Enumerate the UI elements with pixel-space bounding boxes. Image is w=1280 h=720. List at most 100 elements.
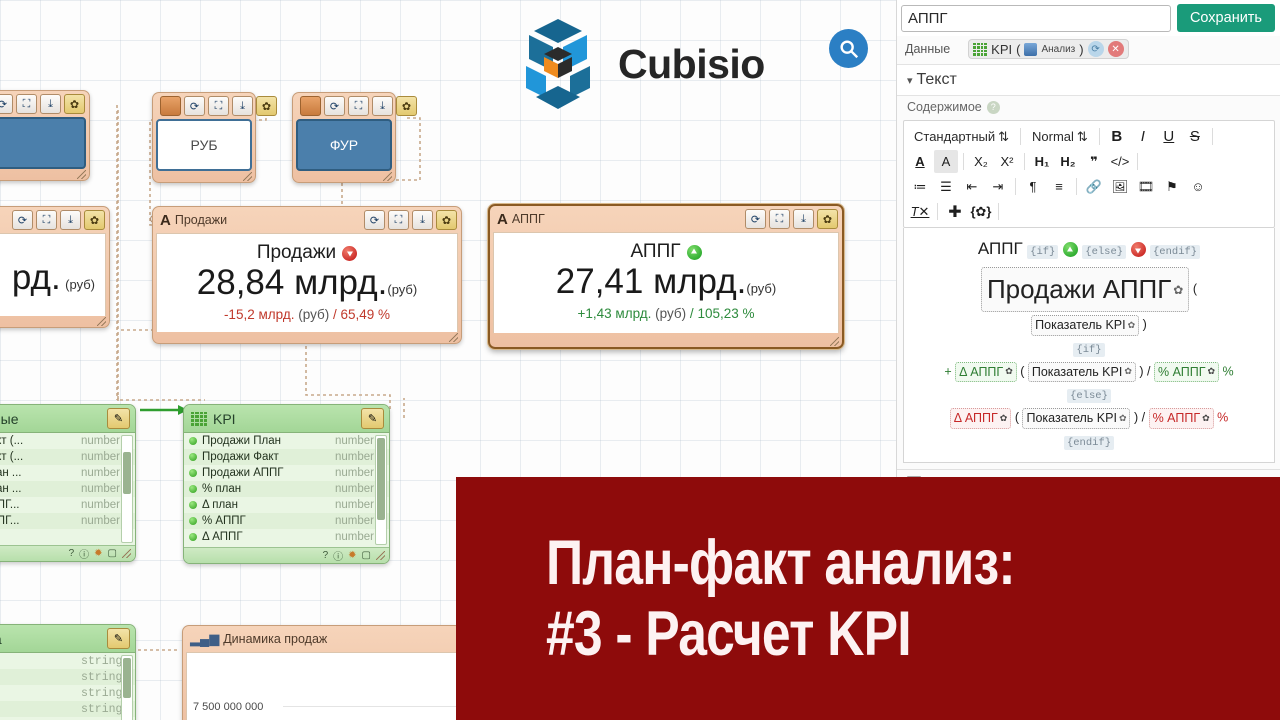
resize-grip[interactable] xyxy=(77,170,86,179)
text-color-icon[interactable]: A xyxy=(908,150,932,173)
info-icon[interactable]: ⓘ xyxy=(79,546,89,561)
refresh-icon[interactable]: ⟳ xyxy=(364,210,385,230)
kw-endif[interactable]: {endif} xyxy=(1063,435,1115,450)
outdent-icon[interactable]: ⇤ xyxy=(960,175,984,198)
download-icon[interactable]: ⤓ xyxy=(793,209,814,229)
refresh-icon[interactable]: ⟳ xyxy=(745,209,766,229)
resize-grip[interactable] xyxy=(243,172,252,181)
scrollbar[interactable] xyxy=(375,435,387,545)
h2-icon[interactable]: H₂ xyxy=(1056,150,1080,173)
expand-icon[interactable]: ⛶ xyxy=(208,96,229,116)
trend-up-icon[interactable] xyxy=(1062,242,1078,258)
section-text-header[interactable]: ▾ Текст xyxy=(897,65,1280,96)
refresh-icon[interactable]: ⟳ xyxy=(184,96,205,116)
align-icon[interactable]: ≡ xyxy=(1047,175,1071,198)
gear-icon[interactable]: ✿ xyxy=(436,210,457,230)
source-icon[interactable] xyxy=(300,96,321,116)
bug-icon[interactable]: ✹ xyxy=(348,550,356,561)
help-icon[interactable]: ? xyxy=(323,550,329,561)
underline-icon[interactable]: U xyxy=(1157,125,1181,148)
field-list-dinamika[interactable]: цstring string string рокаstring xyxy=(0,653,135,720)
strikethrough-icon[interactable]: S xyxy=(1183,125,1207,148)
node-table-dinamika[interactable]: мика ✎ цstring string string рокаstring xyxy=(0,624,136,720)
gear-icon[interactable]: ✿ xyxy=(817,209,838,229)
expand-icon[interactable]: ⛶ xyxy=(36,210,57,230)
data-source-chip[interactable]: KPI ( Анализ ) ⟳ ✕ xyxy=(968,39,1129,59)
edit-icon[interactable]: ✎ xyxy=(361,408,384,429)
indent-icon[interactable]: ⇥ xyxy=(986,175,1010,198)
bug-icon[interactable]: ✹ xyxy=(94,548,102,559)
font-size-select[interactable]: Normal ⇅ xyxy=(1026,129,1094,145)
flag-icon[interactable]: ⚑ xyxy=(1160,175,1184,198)
formula-editor[interactable]: АППГ {if} {else} {endif} Продажи АППГ ✿ (… xyxy=(903,228,1275,463)
clear-format-icon[interactable]: T✕ xyxy=(908,200,932,223)
scrollbar[interactable] xyxy=(121,435,133,543)
rtl-icon[interactable]: ¶ xyxy=(1021,175,1045,198)
field-list-kpi[interactable]: Продажи План number Продажи Факт number Пр… xyxy=(184,433,389,547)
refresh-icon[interactable]: ⟳ xyxy=(324,96,345,116)
gear-icon[interactable]: ✿ xyxy=(84,210,105,230)
expand-icon[interactable]: ⛶ xyxy=(16,94,37,114)
token-delta-appg[interactable]: Δ АППГ ✿ xyxy=(955,361,1017,383)
expand-icon[interactable]: ⛶ xyxy=(388,210,409,230)
code-icon[interactable]: </> xyxy=(1108,150,1132,173)
token-indicator[interactable]: Показатель KPI ✿ xyxy=(1031,315,1140,336)
token-percent-appg[interactable]: % АППГ ✿ xyxy=(1148,408,1214,429)
resize-grip[interactable] xyxy=(97,317,106,326)
save-button[interactable]: Сохранить xyxy=(1176,4,1275,32)
image-icon[interactable]: 🖼 xyxy=(1108,175,1132,198)
download-icon[interactable]: ⤓ xyxy=(232,96,253,116)
expand-icon[interactable]: ⛶ xyxy=(769,209,790,229)
bold-icon[interactable]: B xyxy=(1105,125,1129,148)
highlight-icon[interactable]: A xyxy=(934,150,958,173)
refresh-icon[interactable]: ⟳ xyxy=(1087,41,1104,57)
blockquote-icon[interactable]: ❞ xyxy=(1082,150,1106,173)
refresh-icon[interactable]: ⟳ xyxy=(0,94,13,114)
subscript-icon[interactable]: X₂ xyxy=(969,150,993,173)
token-indicator[interactable]: Показатель KPI ✿ xyxy=(1022,408,1131,429)
unordered-list-icon[interactable]: ☰ xyxy=(934,175,958,198)
search-icon[interactable] xyxy=(829,29,868,68)
help-icon[interactable]: ? xyxy=(69,548,75,559)
emoji-icon[interactable]: ☺ xyxy=(1186,175,1210,198)
node-filter-rub[interactable]: ⟳ ⛶ ⤓ ✿ РУБ xyxy=(152,92,277,183)
variable-icon[interactable]: {✿} xyxy=(969,200,993,223)
comment-icon[interactable]: ▢ xyxy=(108,548,117,559)
gear-icon[interactable]: ✿ xyxy=(396,96,417,116)
source-icon[interactable] xyxy=(160,96,181,116)
resize-grip[interactable] xyxy=(449,333,458,342)
kw-if[interactable]: {if} xyxy=(1073,342,1105,357)
superscript-icon[interactable]: X² xyxy=(995,150,1019,173)
node-kpi-clipped[interactable]: ⟳ ⛶ ⤓ ✿ рд. (руб) xyxy=(0,206,110,328)
italic-icon[interactable]: I xyxy=(1131,125,1155,148)
kw-endif[interactable]: {endif} xyxy=(1149,245,1201,259)
token-delta-appg[interactable]: Δ АППГ ✿ xyxy=(949,408,1012,429)
filter-value-rub[interactable]: РУБ xyxy=(156,119,252,171)
kw-if[interactable]: {if} xyxy=(1027,245,1059,259)
token-big-value[interactable]: Продажи АППГ ✿ xyxy=(980,267,1190,312)
kw-else[interactable]: {else} xyxy=(1067,389,1111,404)
node-kpi-sales[interactable]: A Продажи ⟳ ⛶ ⤓ ✿ Продажи 28,84 млрд.(ру… xyxy=(152,206,462,344)
comment-icon[interactable]: ▢ xyxy=(362,550,371,561)
download-icon[interactable]: ⤓ xyxy=(40,94,61,114)
video-icon[interactable]: 🎞 xyxy=(1134,175,1158,198)
close-icon[interactable]: ✕ xyxy=(1107,41,1124,57)
resize-grip[interactable] xyxy=(383,172,392,181)
h1-icon[interactable]: H₁ xyxy=(1030,150,1054,173)
token-indicator[interactable]: Показатель KPI ✿ xyxy=(1027,361,1136,383)
font-style-select[interactable]: Стандартный ⇅ xyxy=(908,129,1015,145)
node-table-kpi[interactable]: KPI ✎ Продажи План number Продажи Факт num… xyxy=(183,404,390,564)
scrollbar[interactable] xyxy=(121,655,133,720)
resize-grip[interactable] xyxy=(830,337,839,346)
richtext-toolbar[interactable]: Стандартный ⇅ Normal ⇅ B I U S A A X₂ X² H… xyxy=(903,120,1275,228)
info-icon[interactable]: ⓘ xyxy=(333,548,343,563)
refresh-icon[interactable]: ⟳ xyxy=(12,210,33,230)
node-chart-dinamika[interactable]: ▂▄▆ Динамика продаж 7 500 000 000 xyxy=(182,625,462,720)
download-icon[interactable]: ⤓ xyxy=(372,96,393,116)
edit-icon[interactable]: ✎ xyxy=(107,408,130,429)
resize-grip[interactable] xyxy=(122,549,131,558)
edit-icon[interactable]: ✎ xyxy=(107,628,130,649)
filter-value-fur[interactable]: ФУР xyxy=(296,119,392,171)
download-icon[interactable]: ⤓ xyxy=(60,210,81,230)
expand-icon[interactable]: ⛶ xyxy=(348,96,369,116)
